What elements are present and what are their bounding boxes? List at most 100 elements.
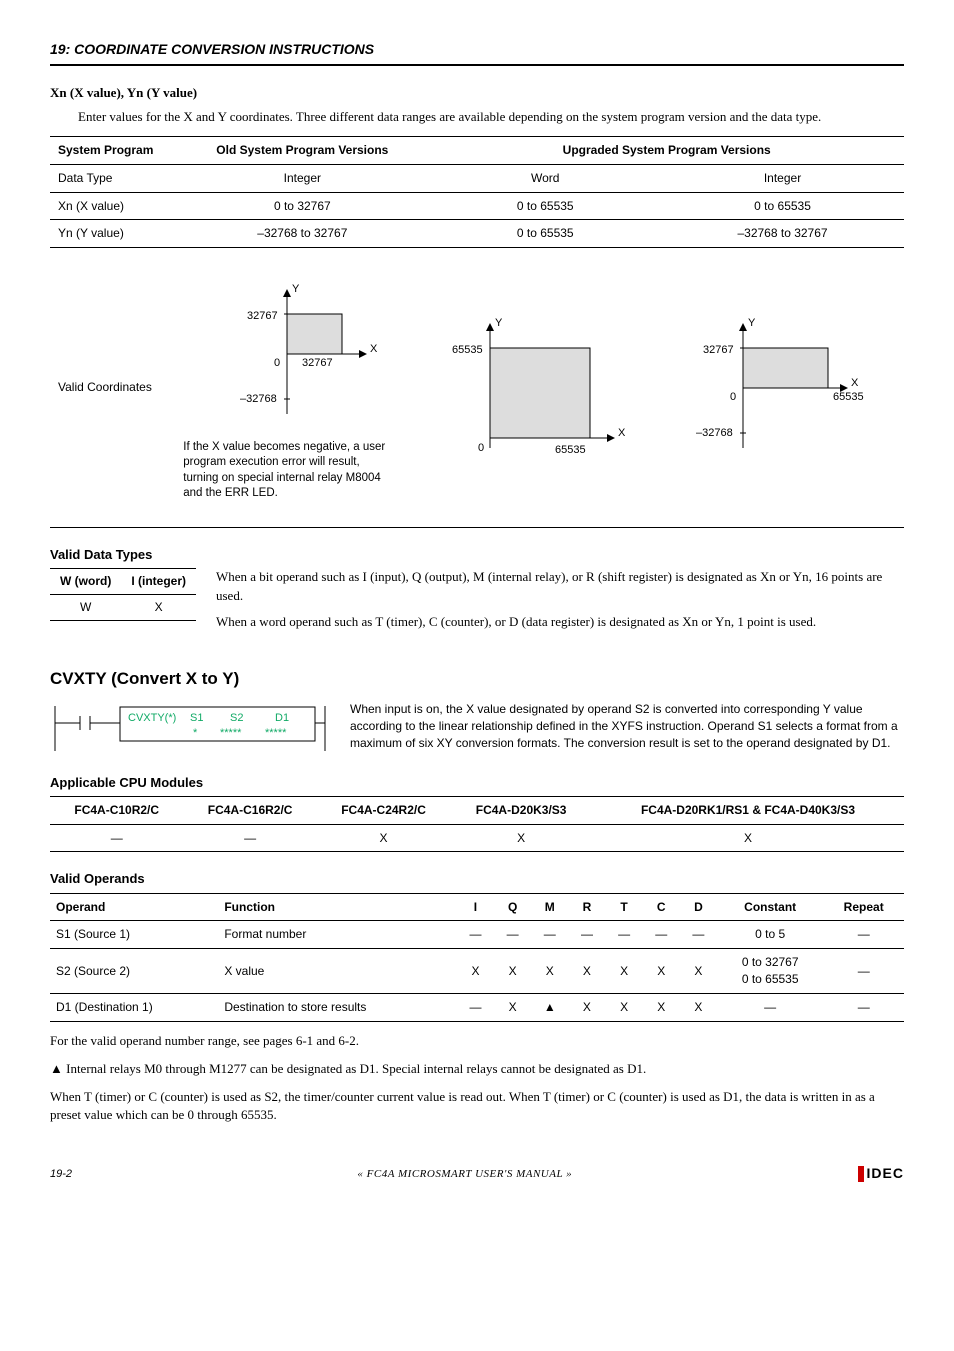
diagram-cell-1: Y X 32767 0 32767 –32768 If the X value … — [175, 248, 429, 528]
chapter-header: 19: COORDINATE CONVERSION INSTRUCTIONS — [50, 40, 904, 66]
svg-text:CVXTY(*): CVXTY(*) — [128, 712, 176, 724]
svg-text:32767: 32767 — [247, 310, 278, 322]
svg-text:0: 0 — [274, 357, 280, 369]
operands-table: Operand Function I Q M R T C D Constant … — [50, 893, 904, 1022]
valid-types-p2: When a word operand such as T (timer), C… — [216, 613, 904, 631]
td: 0 to 65535 — [429, 220, 661, 248]
th-function: Function — [218, 893, 457, 921]
th-constant: Constant — [717, 893, 823, 921]
svg-text:65535: 65535 — [555, 444, 586, 456]
td: X — [568, 993, 605, 1021]
td: X — [457, 949, 494, 994]
svg-text:65535: 65535 — [833, 391, 864, 403]
body-p1: For the valid operand number range, see … — [50, 1032, 904, 1050]
th: FC4A-D20K3/S3 — [450, 796, 592, 824]
td: X — [680, 949, 717, 994]
svg-text:Y: Y — [495, 317, 503, 329]
td: — — [823, 949, 904, 994]
svg-text:Y: Y — [748, 317, 756, 329]
td: Yn (Y value) — [50, 220, 175, 248]
diagram-cell-2: Y X 65535 0 65535 — [429, 248, 661, 528]
td: Data Type — [50, 164, 175, 192]
td: X — [606, 949, 643, 994]
logo-bar-icon — [858, 1166, 864, 1182]
td: — — [680, 921, 717, 949]
td: X — [450, 824, 592, 852]
svg-text:D1: D1 — [275, 712, 289, 724]
table-row: S1 (Source 1) Format number — — — — — — … — [50, 921, 904, 949]
valid-data-types-head: Valid Data Types — [50, 546, 904, 564]
diagram-note: If the X value becomes negative, a user … — [183, 440, 393, 502]
svg-text:–32768: –32768 — [696, 427, 733, 439]
td: — — [823, 921, 904, 949]
cpu-table: FC4A-C10R2/C FC4A-C16R2/C FC4A-C24R2/C F… — [50, 796, 904, 853]
diagram-cell-3: Y X 32767 0 65535 –32768 — [661, 248, 904, 528]
body-p2: ▲ Internal relays M0 through M1277 can b… — [50, 1060, 904, 1078]
body-p3: When T (timer) or C (counter) is used as… — [50, 1088, 904, 1124]
svg-text:65535: 65535 — [452, 344, 483, 356]
th-system-program: System Program — [50, 136, 175, 164]
td: X — [606, 993, 643, 1021]
cvxty-desc: When input is on, the X value designated… — [350, 701, 904, 753]
td: X — [680, 993, 717, 1021]
td: Format number — [218, 921, 457, 949]
th-repeat: Repeat — [823, 893, 904, 921]
svg-text:Y: Y — [292, 283, 300, 295]
th-r: R — [568, 893, 605, 921]
td: W — [50, 595, 121, 621]
valid-types-p1: When a bit operand such as I (input), Q … — [216, 568, 904, 604]
td: — — [568, 921, 605, 949]
page-number: 19-2 — [50, 1167, 72, 1182]
svg-text:*****: ***** — [265, 727, 287, 739]
td: –32768 to 32767 — [175, 220, 429, 248]
td: — — [823, 993, 904, 1021]
coord-diagram-2: Y X 65535 0 65535 — [450, 308, 640, 468]
td: Word — [429, 164, 661, 192]
svg-text:S2: S2 — [230, 712, 243, 724]
svg-text:X: X — [851, 377, 859, 389]
td: D1 (Destination 1) — [50, 993, 218, 1021]
svg-text:*****: ***** — [220, 727, 242, 739]
th-q: Q — [494, 893, 531, 921]
valid-types-table: W (word) I (integer) W X — [50, 568, 196, 621]
td: S1 (Source 1) — [50, 921, 218, 949]
th-d: D — [680, 893, 717, 921]
td: S2 (Source 2) — [50, 949, 218, 994]
td: Integer — [175, 164, 429, 192]
th-old-versions: Old System Program Versions — [175, 136, 429, 164]
idec-logo: IDEC — [858, 1164, 904, 1184]
th-operand: Operand — [50, 893, 218, 921]
section-intro: Enter values for the X and Y coordinates… — [78, 108, 904, 126]
svg-text:0: 0 — [730, 391, 736, 403]
td: 0 to 32767 — [175, 192, 429, 220]
th-t: T — [606, 893, 643, 921]
coord-diagram-1: Y X 32767 0 32767 –32768 — [202, 274, 402, 434]
svg-text:S1: S1 — [190, 712, 203, 724]
td: — — [457, 921, 494, 949]
td: X — [592, 824, 904, 852]
svg-text:X: X — [618, 427, 626, 439]
td: Integer — [661, 164, 904, 192]
td: Xn (X value) — [50, 192, 175, 220]
td: — — [457, 993, 494, 1021]
table-row: D1 (Destination 1) Destination to store … — [50, 993, 904, 1021]
td: X — [494, 949, 531, 994]
logo-text: IDEC — [867, 1164, 904, 1184]
td: X value — [218, 949, 457, 994]
td: X — [121, 595, 196, 621]
section-title: Xn (X value), Yn (Y value) — [50, 84, 904, 102]
chapter-number: 19: — [50, 41, 70, 57]
th-word: W (word) — [50, 569, 121, 595]
td: 0 to 32767 0 to 65535 — [717, 949, 823, 994]
td: — — [183, 824, 316, 852]
valid-operands-head: Valid Operands — [50, 870, 904, 888]
coord-diagram-3: Y X 32767 0 65535 –32768 — [683, 308, 883, 468]
svg-text:–32768: –32768 — [240, 393, 277, 405]
td: — — [50, 824, 183, 852]
th: FC4A-C16R2/C — [183, 796, 316, 824]
th-i: I — [457, 893, 494, 921]
th-c: C — [643, 893, 680, 921]
td: –32768 to 32767 — [661, 220, 904, 248]
svg-text:X: X — [370, 343, 378, 355]
td: ▲ — [531, 993, 568, 1021]
